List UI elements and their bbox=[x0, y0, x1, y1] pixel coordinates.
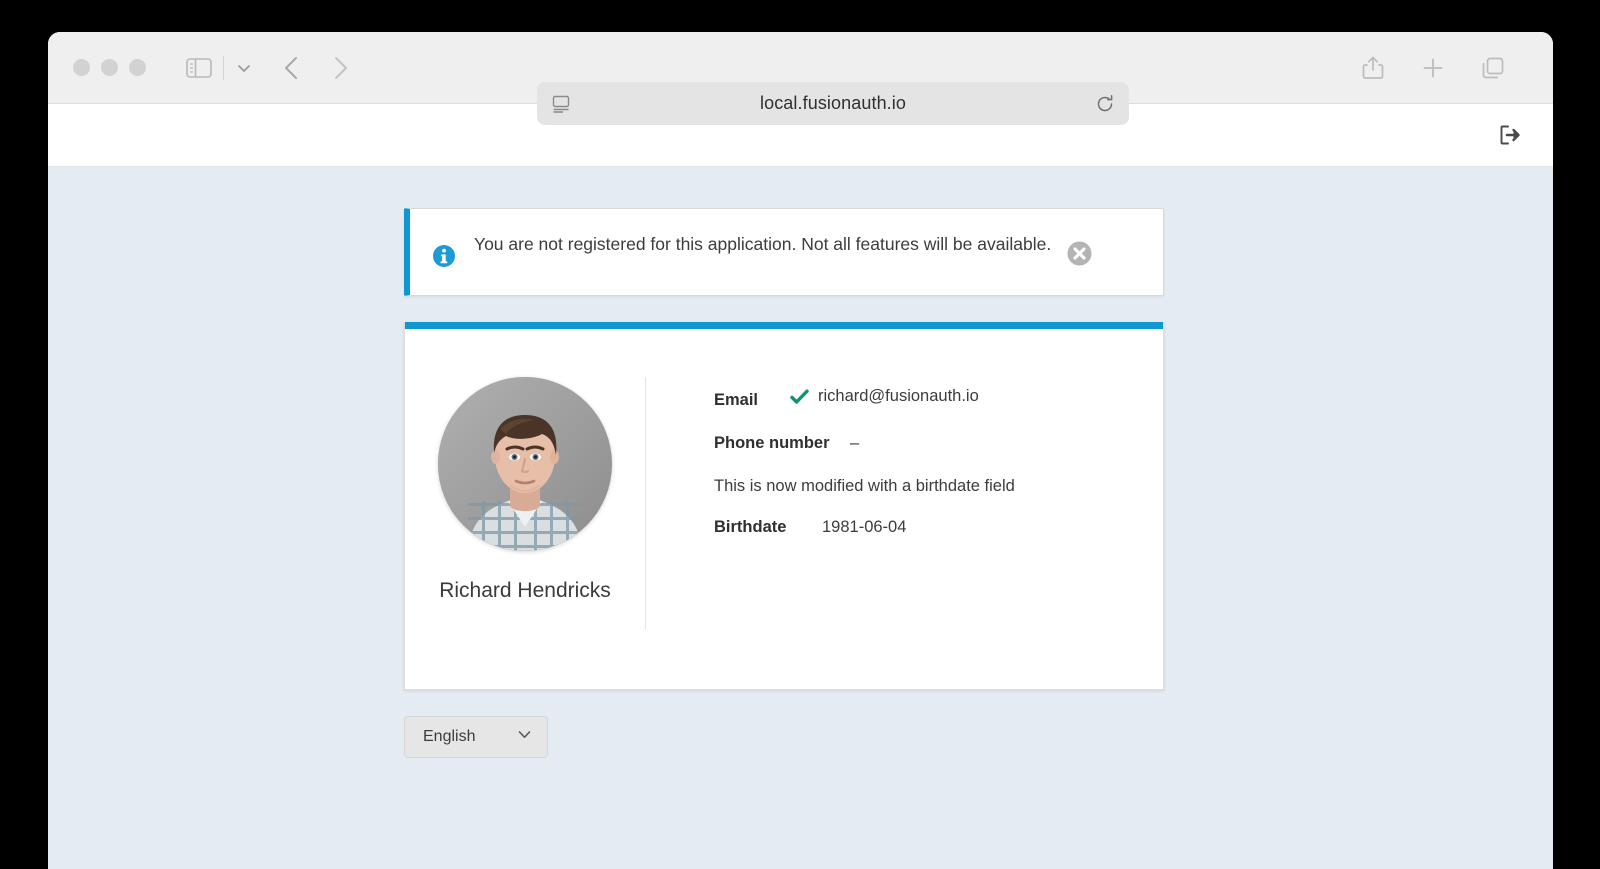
card-accent-bar bbox=[405, 322, 1163, 329]
chevron-down-icon bbox=[516, 726, 533, 748]
user-name: Richard Hendricks bbox=[439, 579, 611, 602]
card-content: Richard Hendricks Email richard@fusionau… bbox=[405, 329, 1163, 689]
email-value-wrap: richard@fusionauth.io bbox=[790, 387, 979, 406]
detail-row-birthdate: Birthdate 1981-06-04 bbox=[714, 518, 1163, 537]
birthdate-value: 1981-06-04 bbox=[822, 517, 907, 536]
info-icon bbox=[432, 244, 456, 273]
detail-row-email: Email richard@fusionauth.io bbox=[714, 387, 1163, 410]
plus-icon[interactable] bbox=[1421, 56, 1445, 80]
toolbar-right-group bbox=[1361, 32, 1505, 104]
info-alert: You are not registered for this applicat… bbox=[404, 208, 1164, 296]
profile-details: Email richard@fusionauth.io Phone number… bbox=[646, 377, 1163, 629]
profile-card: Richard Hendricks Email richard@fusionau… bbox=[404, 322, 1164, 690]
chevron-down-icon[interactable] bbox=[235, 59, 253, 77]
close-circle-icon[interactable] bbox=[1066, 240, 1093, 272]
info-alert-message: You are not registered for this applicat… bbox=[474, 234, 1052, 254]
email-label: Email bbox=[714, 390, 759, 409]
toolbar-divider bbox=[223, 55, 224, 80]
minimize-window-button[interactable] bbox=[101, 59, 118, 76]
back-chevron-icon[interactable] bbox=[281, 55, 303, 81]
reader-view-icon[interactable] bbox=[551, 94, 571, 114]
browser-toolbar: local.fusionauth.io bbox=[48, 32, 1553, 125]
logout-icon[interactable] bbox=[1495, 120, 1525, 150]
navigation-buttons bbox=[281, 55, 351, 81]
reload-icon[interactable] bbox=[1095, 94, 1115, 114]
birthdate-label: Birthdate bbox=[714, 517, 787, 536]
url-bar[interactable]: local.fusionauth.io bbox=[537, 82, 1129, 125]
verified-check-icon bbox=[790, 389, 809, 405]
browser-window: local.fusionauth.io You are not register… bbox=[48, 32, 1553, 869]
url-text[interactable]: local.fusionauth.io bbox=[571, 93, 1095, 114]
sidebar-toggle-icon[interactable] bbox=[186, 57, 212, 79]
email-value: richard@fusionauth.io bbox=[818, 387, 979, 405]
content-column: You are not registered for this applicat… bbox=[404, 208, 1164, 758]
phone-value: – bbox=[850, 433, 860, 452]
page-body: You are not registered for this applicat… bbox=[48, 167, 1553, 869]
share-icon[interactable] bbox=[1361, 55, 1385, 81]
profile-summary: Richard Hendricks bbox=[405, 377, 646, 629]
tab-overview-icon[interactable] bbox=[1481, 56, 1505, 80]
close-window-button[interactable] bbox=[73, 59, 90, 76]
maximize-window-button[interactable] bbox=[129, 59, 146, 76]
language-selector-wrap: English bbox=[404, 716, 1164, 758]
language-select[interactable]: English bbox=[404, 716, 548, 758]
toolbar-left-group bbox=[186, 55, 253, 80]
forward-chevron-icon[interactable] bbox=[329, 55, 351, 81]
avatar bbox=[438, 377, 612, 551]
profile-note: This is now modified with a birthdate fi… bbox=[714, 476, 1015, 495]
phone-label: Phone number bbox=[714, 433, 830, 452]
traffic-lights bbox=[73, 59, 146, 76]
language-select-value: English bbox=[423, 728, 476, 745]
detail-row-phone: Phone number – bbox=[714, 434, 1163, 453]
